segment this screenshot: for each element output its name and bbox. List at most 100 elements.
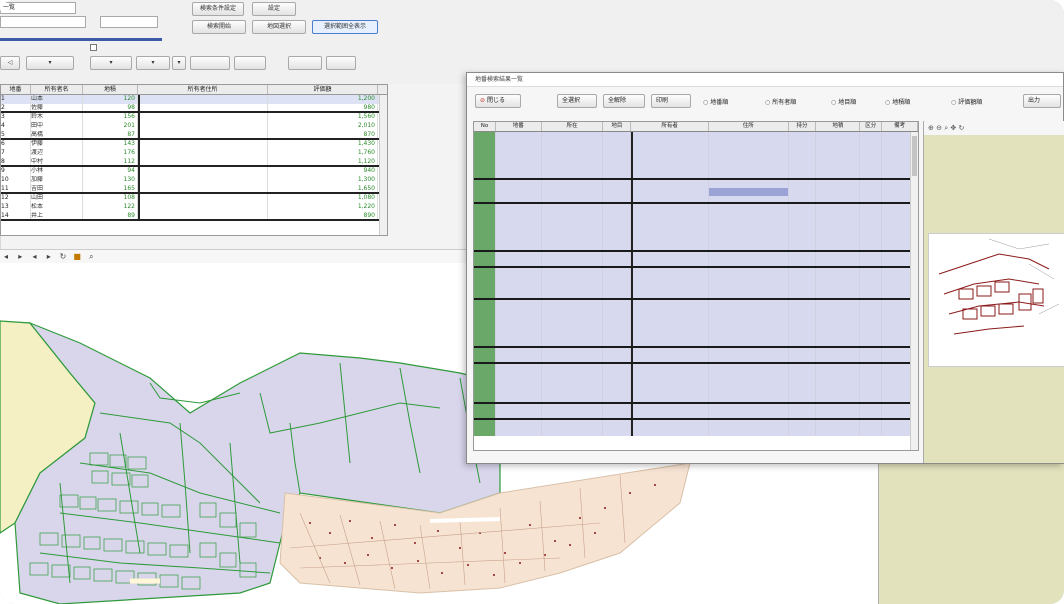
result-row[interactable] [474,404,918,412]
layer-icon[interactable]: ■ [72,252,82,262]
option-button-4[interactable]: ▾ [172,56,186,70]
arrow-left-icon[interactable]: ◂ [1,252,11,262]
result-row[interactable] [474,300,918,308]
parcel-row[interactable]: 5 高橋 87 870 [1,131,387,140]
option-button-8[interactable] [326,56,356,70]
result-row[interactable] [474,244,918,252]
result-row[interactable] [474,356,918,364]
parcel-row[interactable]: 12 山田 108 1,080 [1,194,387,203]
parcel-row[interactable]: 4 田中 201 2,010 [1,122,387,131]
parcel-row[interactable]: 7 渡辺 176 1,760 [1,149,387,158]
results-grid[interactable]: No 地番 所在 地目 所有者 住所 持分 地積 区分 備考 [473,121,919,451]
result-row[interactable] [474,412,918,420]
result-row[interactable] [474,308,918,316]
option-button-5[interactable] [190,56,230,70]
deselect-all-button[interactable]: 全解除 [603,94,645,108]
result-row[interactable] [474,172,918,180]
condition-input[interactable] [0,16,86,28]
parcel-grid[interactable]: 地番 所有者名 地積 所有者住所 評価額 1 山本 120 1,200 2 佐藤 98 980… [0,84,388,236]
parcel-row[interactable]: 8 中村 112 1,120 [1,158,387,167]
result-row[interactable] [474,284,918,292]
result-row[interactable] [474,388,918,396]
pan-icon[interactable]: ✥ [950,124,956,132]
result-row[interactable] [474,236,918,244]
dg-col-landtype[interactable]: 地目 [603,122,632,131]
dg-col-no[interactable]: No [474,122,496,131]
result-row[interactable] [474,276,918,284]
select-all-button[interactable]: 全選択 [557,94,597,108]
arrow-forward-icon[interactable]: ▸ [44,252,54,262]
result-row[interactable] [474,148,918,156]
search-start-button[interactable]: 検索開始 [192,20,246,34]
col-header-lot[interactable]: 地番 [1,85,31,94]
parcel-row[interactable]: 9 小林 94 940 [1,167,387,176]
show-all-selection-button[interactable]: 選択範囲全表示 [312,20,378,34]
parcel-row[interactable]: 10 加藤 130 1,300 [1,176,387,185]
result-row[interactable] [474,204,918,212]
parcel-row[interactable]: 13 松本 122 1,220 [1,203,387,212]
parcel-row[interactable]: 11 吉田 165 1,650 [1,185,387,194]
option-button-3[interactable]: ▾ [136,56,170,70]
result-row[interactable] [474,196,918,204]
parcel-row[interactable]: 3 鈴木 156 1,560 [1,113,387,122]
col-header-owner[interactable]: 所有者名 [31,85,83,94]
result-row[interactable] [474,364,918,372]
zoom-in-icon[interactable]: ⊕ [928,124,934,132]
results-grid-scroll-thumb[interactable] [912,136,917,176]
condition-input-2[interactable] [100,16,158,28]
result-row[interactable] [474,132,918,140]
dialog-close-button[interactable]: ⊘ 閉じる [475,94,521,108]
zoom-fit-icon[interactable]: ⌕ [944,124,948,132]
preview-map-thumbnail[interactable] [928,233,1064,367]
result-row[interactable] [474,372,918,380]
result-row[interactable] [474,180,918,188]
result-row[interactable] [474,212,918,220]
dg-col-owner[interactable]: 所有者 [631,122,709,131]
refresh-preview-icon[interactable]: ↻ [958,124,964,132]
print-button[interactable]: 印刷 [651,94,691,108]
result-row[interactable] [474,380,918,388]
arrow-right-icon[interactable]: ▸ [15,252,25,262]
parcel-row[interactable]: 14 井上 89 890 [1,212,387,221]
dg-col-notes[interactable]: 備考 [882,122,918,131]
sort-radio-2[interactable]: 所有者順 [765,97,796,106]
option-button-6[interactable] [234,56,266,70]
result-row[interactable] [474,252,918,260]
result-row[interactable] [474,268,918,276]
result-row[interactable] [474,324,918,332]
dg-col-area[interactable]: 地積 [816,122,861,131]
output-button[interactable]: 出力 [1023,94,1061,108]
result-row[interactable] [474,420,918,428]
parcel-grid-scrollbar[interactable] [379,95,387,235]
sort-radio-3[interactable]: 地目順 [831,97,856,106]
result-row[interactable] [474,188,918,196]
zoom-out-icon[interactable]: ⊖ [936,124,942,132]
dg-col-share[interactable]: 持分 [789,122,817,131]
result-row[interactable] [474,316,918,324]
col-header-address[interactable]: 所有者住所 [138,85,268,94]
option-button-7[interactable] [288,56,322,70]
option-button-2[interactable]: ▾ [90,56,132,70]
result-row[interactable] [474,220,918,228]
result-row[interactable] [474,260,918,268]
sort-radio-5[interactable]: 評価額順 [951,97,982,106]
result-row[interactable] [474,140,918,148]
col-header-value[interactable]: 評価額 [268,85,378,94]
map-select-button[interactable]: 地図選択 [252,20,306,34]
dg-col-lot[interactable]: 地番 [496,122,542,131]
result-row[interactable] [474,164,918,172]
parcel-row[interactable]: 2 佐藤 98 980 [1,104,387,113]
arrow-back-icon[interactable]: ◂ [29,252,39,262]
result-row[interactable] [474,332,918,340]
results-grid-scrollbar[interactable] [910,132,918,450]
result-row[interactable] [474,348,918,356]
tab-ichiran[interactable]: 一覧 [0,2,76,14]
dg-col-location[interactable]: 所在 [542,122,604,131]
sort-radio-4[interactable]: 地積順 [885,97,910,106]
sort-radio-1[interactable]: 地番順 [703,97,728,106]
result-row[interactable] [474,292,918,300]
result-row[interactable] [474,428,918,436]
parcel-row[interactable]: 1 山本 120 1,200 [1,95,387,104]
result-row[interactable] [474,228,918,236]
zoom-icon[interactable]: ⌕ [86,252,96,262]
